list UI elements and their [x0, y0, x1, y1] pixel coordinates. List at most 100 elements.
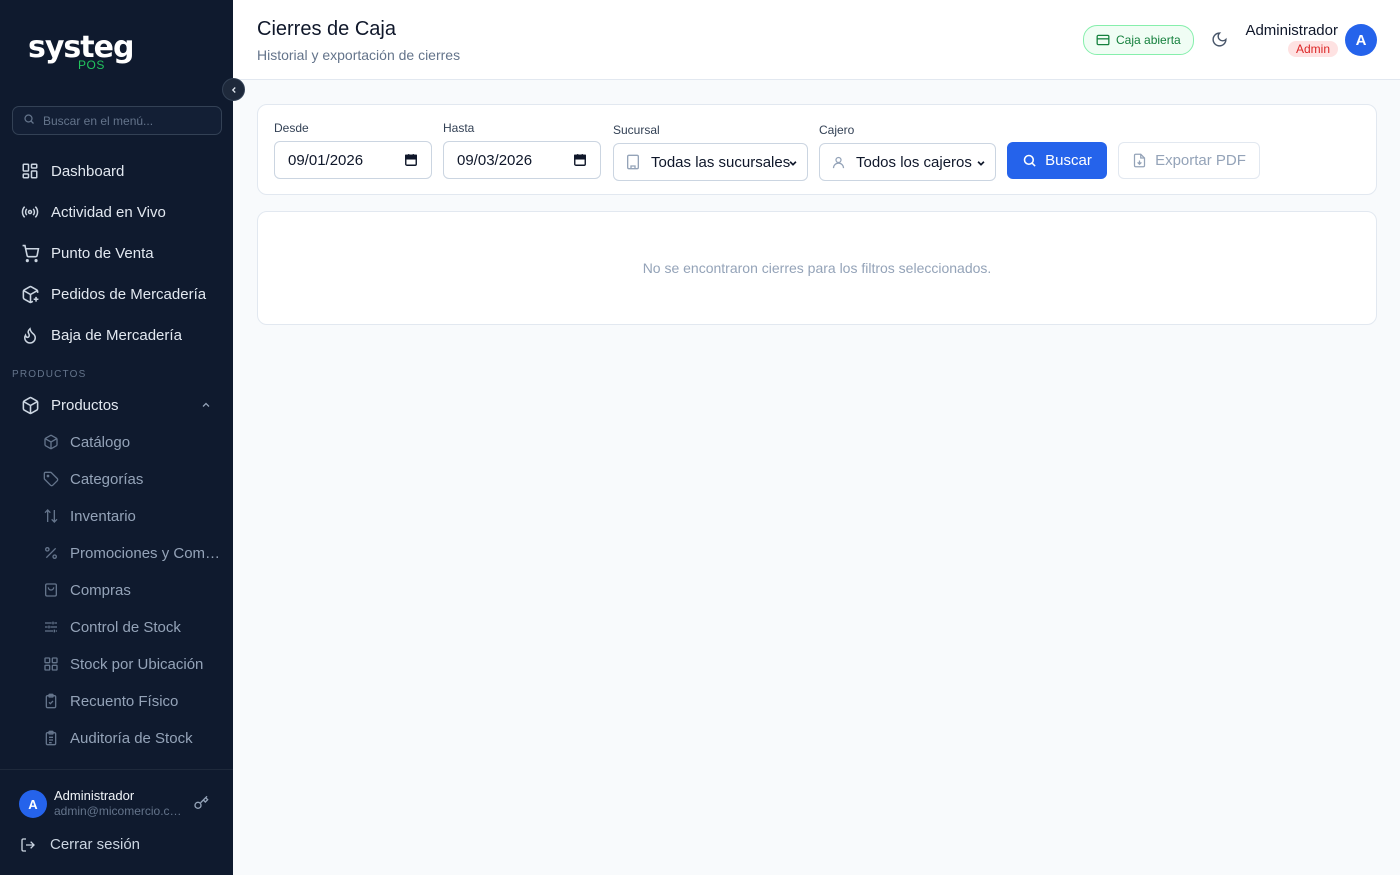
sidebar-item-label: Dashboard: [51, 162, 125, 180]
calendar-icon[interactable]: [573, 153, 587, 167]
sidebar-subitem-recuento[interactable]: Recuento Físico: [34, 685, 222, 717]
menu-search-input[interactable]: [43, 113, 203, 128]
sidebar-subitem-control-stock[interactable]: Control de Stock: [34, 611, 222, 643]
sidebar-subitem-promociones[interactable]: Promociones y Combos: [34, 537, 222, 569]
to-label: Hasta: [443, 121, 475, 135]
sidebar-item-dashboard[interactable]: Dashboard: [12, 153, 222, 189]
from-label: Desde: [274, 121, 309, 135]
search-icon: [1022, 153, 1037, 168]
percent-icon: [42, 544, 60, 562]
package-plus-icon: [20, 284, 40, 304]
brand-logo[interactable]: systeg POS: [28, 30, 134, 72]
sidebar-item-label: Baja de Mercadería: [51, 326, 182, 344]
tag-icon: [42, 470, 60, 488]
box-icon: [42, 433, 60, 451]
chevron-down-icon: [788, 158, 798, 168]
sidebar-item-punto-venta[interactable]: Punto de Venta: [12, 235, 222, 271]
sidebar-subitem-label: Catálogo: [70, 433, 131, 451]
header-user-name: Administrador: [1245, 22, 1338, 39]
from-date-value: 09/01/2026: [288, 151, 364, 169]
sidebar-subitem-label: Recuento Físico: [70, 692, 179, 710]
empty-state-message: No se encontraron cierres para los filtr…: [642, 260, 992, 276]
branch-select[interactable]: Todas las sucursales: [613, 143, 808, 181]
box-icon: [20, 395, 40, 415]
sidebar-subitem-label: Compras: [70, 581, 131, 599]
role-badge: Admin: [1287, 41, 1338, 57]
export-pdf-label: Exportar PDF: [1155, 152, 1246, 169]
sidebar-subitem-inventario[interactable]: Inventario: [34, 500, 222, 532]
page-title: Cierres de Caja: [257, 18, 396, 40]
clipboard-list-icon: [42, 729, 60, 747]
branch-label: Sucursal: [613, 123, 660, 137]
page-subtitle: Historial y exportación de cierres: [257, 47, 461, 63]
sidebar-subitem-stock-ubicacion[interactable]: Stock por Ubicación: [34, 648, 222, 680]
search-icon: [23, 112, 35, 130]
cashier-select-value: Todos los cajeros: [856, 153, 972, 171]
brand-sub: POS: [78, 58, 105, 72]
search-button-label: Buscar: [1045, 152, 1092, 169]
grid-icon: [42, 655, 60, 673]
sidebar-subitem-label: Inventario: [70, 507, 136, 525]
sidebar-subitem-label: Control de Stock: [70, 618, 181, 636]
sidebar-item-label: Pedidos de Mercadería: [51, 285, 207, 303]
sidebar-footer: A Administrador admin@micomercio.com Cer…: [0, 769, 233, 875]
status-badge[interactable]: Caja abierta: [1083, 25, 1194, 55]
search-button[interactable]: Buscar: [1007, 142, 1107, 179]
export-pdf-button[interactable]: Exportar PDF: [1118, 142, 1260, 179]
key-icon[interactable]: [193, 795, 209, 816]
sidebar-subitem-label: Promociones y Combos: [70, 544, 222, 562]
sidebar-group-label: Productos: [51, 396, 119, 414]
flame-icon: [20, 325, 40, 345]
to-date-value: 09/03/2026: [457, 151, 533, 169]
arrows-updown-icon: [42, 507, 60, 525]
building-icon: [625, 154, 641, 170]
footer-user-name: Administrador: [54, 788, 135, 803]
clipboard-check-icon: [42, 692, 60, 710]
shopping-bag-icon: [42, 581, 60, 599]
avatar[interactable]: A: [19, 790, 47, 818]
to-date-input[interactable]: 09/03/2026: [443, 141, 601, 179]
wallet-icon: [1096, 34, 1110, 46]
sidebar: systeg POS Dashboard Actividad en Vivo P…: [0, 0, 233, 875]
sidebar-subitem-label: Auditoría de Stock: [70, 729, 193, 747]
footer-user-email: admin@micomercio.com: [54, 804, 182, 818]
menu-search[interactable]: [12, 106, 222, 135]
sidebar-subitem-auditoria[interactable]: Auditoría de Stock: [34, 722, 222, 754]
logout-icon: [20, 837, 36, 853]
sidebar-collapse-button[interactable]: [222, 78, 245, 101]
cashier-select[interactable]: Todos los cajeros: [819, 143, 996, 181]
cart-icon: [20, 243, 40, 263]
top-header: Cierres de Caja Historial y exportación …: [233, 0, 1400, 80]
sliders-icon: [42, 618, 60, 636]
sidebar-group-productos[interactable]: Productos: [12, 387, 222, 423]
grid-icon: [20, 161, 40, 181]
sidebar-item-pedidos[interactable]: Pedidos de Mercadería: [12, 276, 222, 312]
filters-card: Desde 09/01/2026 Hasta 09/03/2026 Sucurs…: [257, 104, 1377, 195]
chevron-up-icon[interactable]: [200, 399, 212, 411]
cashier-label: Cajero: [819, 123, 855, 137]
avatar[interactable]: A: [1345, 24, 1377, 56]
sidebar-subitem-compras[interactable]: Compras: [34, 574, 222, 606]
chevron-down-icon: [976, 158, 986, 168]
sidebar-subitem-catalogo[interactable]: Catálogo: [34, 426, 222, 458]
results-card: No se encontraron cierres para los filtr…: [257, 211, 1377, 325]
calendar-icon[interactable]: [404, 153, 418, 167]
logout-button[interactable]: Cerrar sesión: [20, 836, 140, 853]
file-download-icon: [1132, 153, 1147, 168]
sidebar-item-baja[interactable]: Baja de Mercadería: [12, 317, 222, 353]
sidebar-item-actividad[interactable]: Actividad en Vivo: [12, 194, 222, 230]
sidebar-subitem-categorias[interactable]: Categorías: [34, 463, 222, 495]
user-icon: [831, 155, 846, 170]
status-badge-label: Caja abierta: [1116, 33, 1181, 47]
sidebar-item-label: Punto de Venta: [51, 244, 154, 262]
chevron-left-icon: [229, 85, 239, 95]
from-date-input[interactable]: 09/01/2026: [274, 141, 432, 179]
broadcast-icon: [20, 202, 40, 222]
sidebar-subitem-label: Stock por Ubicación: [70, 655, 204, 673]
sidebar-subitem-label: Categorías: [70, 470, 144, 488]
logout-label: Cerrar sesión: [50, 836, 141, 853]
branch-select-value: Todas las sucursales: [651, 153, 791, 171]
sidebar-item-label: Actividad en Vivo: [51, 203, 166, 221]
moon-icon[interactable]: [1211, 31, 1228, 48]
section-label-productos: PRODUCTOS: [12, 369, 87, 380]
